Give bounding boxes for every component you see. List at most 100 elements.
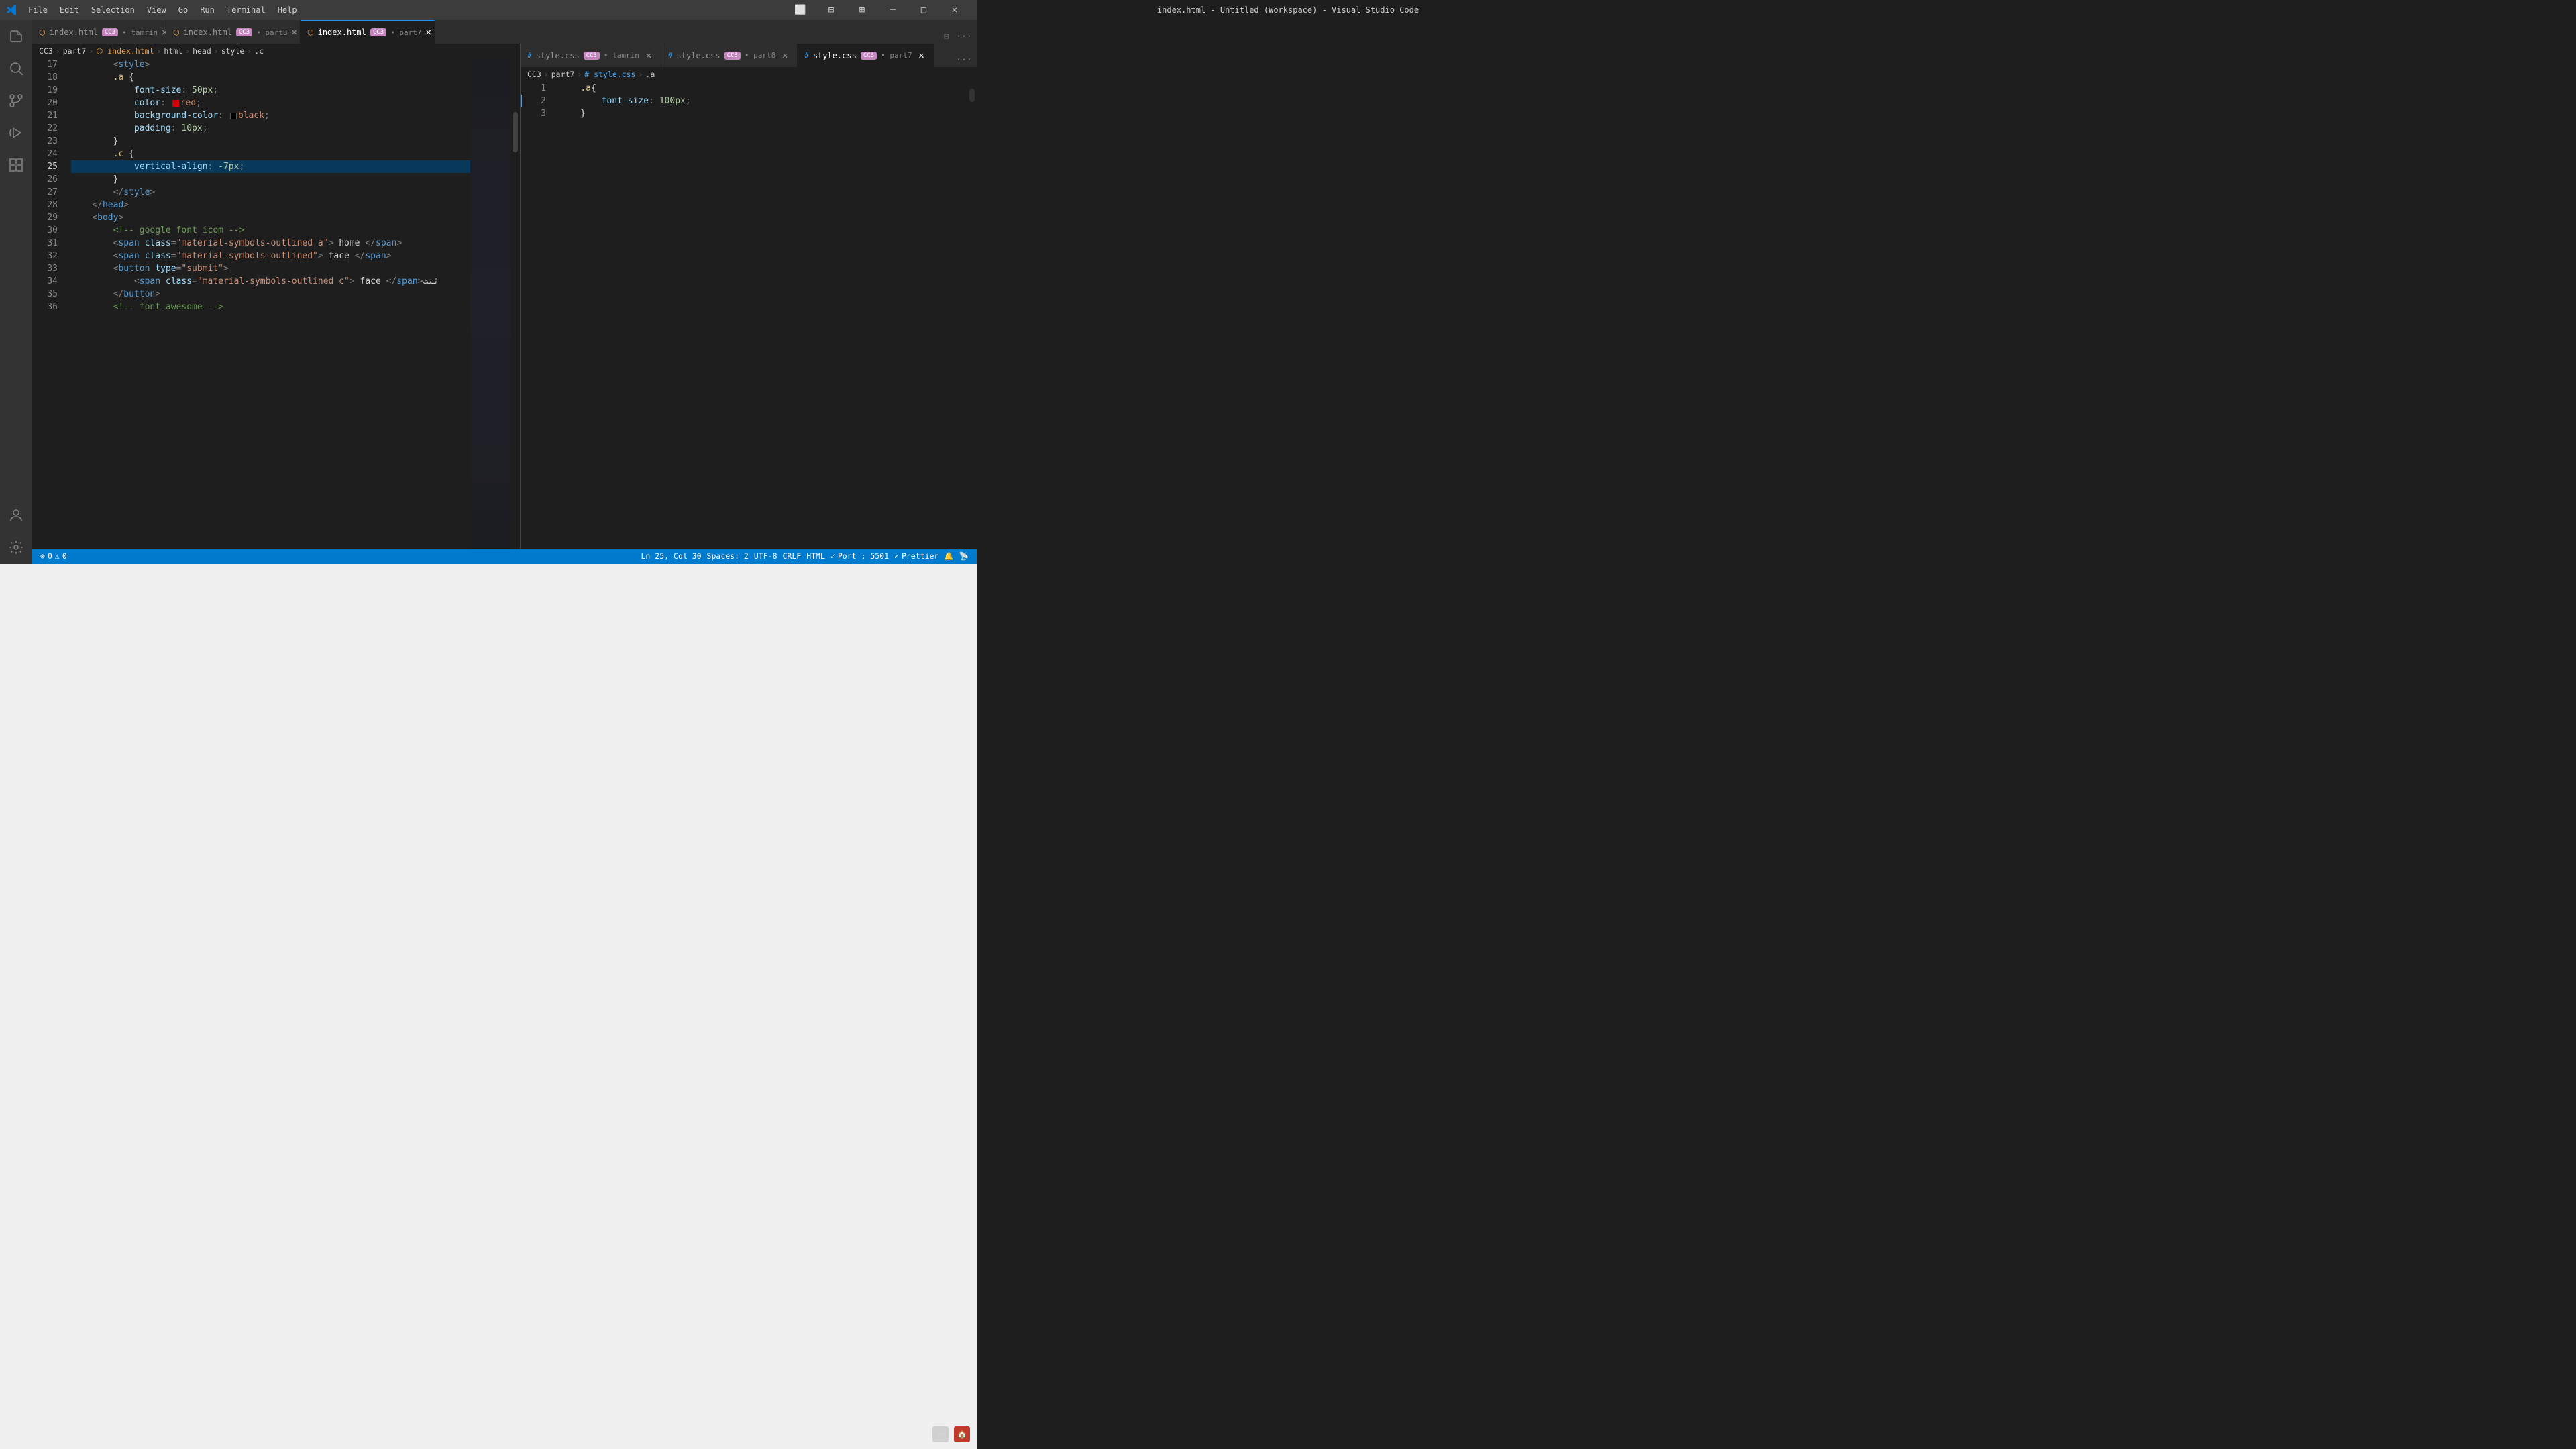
code-line-30: <!-- google font icom --> [71,224,470,237]
breadcrumb-head[interactable]: head [193,46,211,56]
run-debug-activity-icon[interactable] [0,117,32,149]
code-line-27: </style> [71,186,470,199]
right-tab-close-part7[interactable]: ✕ [916,50,926,61]
explorer-icon[interactable] [0,20,32,52]
left-code-editor: 17 18 19 20 21 22 23 24 25 26 27 28 29 3… [32,58,520,549]
layout-grid-icon[interactable]: ⊞ [847,0,877,20]
status-encoding[interactable]: UTF-8 [751,549,780,564]
css-file-icon-3: # [804,51,809,60]
code-line-24: .c { [71,148,470,160]
status-bar: ⊗ 0 ⚠ 0 Ln 25, Col 30 Spaces: 2 UTF-8 CR… [32,549,977,564]
tab-index-part8[interactable]: ⬡ index.html CC3 • part8 ✕ [166,20,301,44]
activity-bar [0,20,32,564]
encoding-label: UTF-8 [754,551,777,561]
right-breadcrumb-class-a[interactable]: .a [645,70,655,79]
source-control-activity-icon[interactable] [0,85,32,117]
code-line-29: <body> [71,211,470,224]
status-ln-col[interactable]: Ln 25, Col 30 [639,549,704,564]
code-line-35: </button> [71,288,470,301]
code-content-right[interactable]: .a{ font-size: 100px; } [554,82,967,549]
left-breadcrumb: CC3 › part7 › ⬡ index.html › html › head… [32,44,520,58]
line-ending-label: CRLF [783,551,802,561]
tab-index-part7[interactable]: ⬡ index.html CC3 • part7 ✕ [301,20,435,44]
warning-icon: ⚠ [55,551,60,561]
right-more-actions-button[interactable]: ··· [957,52,971,67]
right-breadcrumb: CC3 › part7 › # style.css › .a [521,67,977,82]
breadcrumb-indexhtml[interactable]: ⬡ index.html [96,46,154,56]
window-maximize-button[interactable]: □ [908,0,939,20]
breadcrumb-style[interactable]: style [221,46,245,56]
menu-go[interactable]: Go [173,3,193,17]
breadcrumb-cc3[interactable]: CC3 [39,46,53,56]
code-content-left[interactable]: <style> .a { font-size: 50px; [66,58,470,549]
status-language[interactable]: HTML [804,549,828,564]
error-icon: ⊗ [40,551,45,561]
right-scrollbar[interactable] [967,82,977,549]
html-file-icon: ⬡ [39,28,46,37]
menu-help[interactable]: Help [272,3,303,17]
status-broadcast-icon[interactable]: 📡 [957,549,971,564]
status-spaces[interactable]: Spaces: 2 [704,549,751,564]
settings-activity-icon[interactable] [0,531,32,564]
main-app: ⬡ index.html CC3 • tamrin ✕ ⬡ index.html… [0,20,977,564]
menu-edit[interactable]: Edit [54,3,85,17]
account-activity-icon[interactable] [0,499,32,531]
code-line-22: padding: 10px; [71,122,470,135]
breadcrumb-class-c[interactable]: .c [254,46,264,56]
status-prettier[interactable]: ✓ Prettier [892,549,941,564]
right-code-line-1: .a{ [559,82,967,95]
tab-close-part7-active[interactable]: ✕ [425,27,431,38]
layout-split-icon[interactable]: ⊟ [816,0,847,20]
code-line-28: </head> [71,199,470,211]
tab-close-part8[interactable]: ✕ [291,27,297,38]
error-count: 0 [48,551,52,561]
right-breadcrumb-part7[interactable]: part7 [551,70,575,79]
preview-panel: ⚙ 🏠 [0,564,977,1449]
preview-icon-1[interactable]: ⚙ [932,1426,949,1442]
status-notification-icon[interactable]: 🔔 [941,549,956,564]
scrollbar-thumb-left[interactable] [513,112,518,152]
code-line-23: } [71,135,470,148]
menu-view[interactable]: View [142,3,172,17]
right-tab-close-part8[interactable]: ✕ [780,50,790,61]
vscode-logo-icon [7,5,17,15]
right-breadcrumb-cc3[interactable]: CC3 [527,70,541,79]
menu-run[interactable]: Run [195,3,220,17]
breadcrumb-html[interactable]: html [164,46,182,56]
right-code-line-2: font-size: 100px; [559,95,967,107]
layout-toggle-icon[interactable]: ⬜ [785,0,816,20]
left-editor: CC3 › part7 › ⬡ index.html › html › head… [32,44,521,549]
right-tab-style-tamrin[interactable]: # style.css CC3 • tamrin ✕ [521,44,661,67]
code-line-34: <span class="material-symbols-outlined c… [71,275,470,288]
left-scrollbar[interactable] [511,58,520,549]
right-tab-style-part7[interactable]: # style.css CC3 • part7 ✕ [798,44,934,67]
window-minimize-button[interactable]: ─ [877,0,908,20]
code-line-20: color: red; [71,97,470,109]
tab-index-tamrin[interactable]: ⬡ index.html CC3 • tamrin ✕ [32,20,166,44]
right-editor: # style.css CC3 • tamrin ✕ # style.css C… [521,44,977,549]
line-numbers-left: 17 18 19 20 21 22 23 24 25 26 27 28 29 3… [32,58,66,549]
search-activity-icon[interactable] [0,52,32,85]
status-port[interactable]: ✓ Port : 5501 [828,549,892,564]
port-label: Port : 5501 [838,551,889,561]
tab-bar: ⬡ index.html CC3 • tamrin ✕ ⬡ index.html… [32,20,977,44]
menu-selection[interactable]: Selection [86,3,140,17]
more-actions-button[interactable]: ··· [957,29,971,44]
right-tab-close-tamrin[interactable]: ✕ [643,50,654,61]
menu-file[interactable]: File [23,3,53,17]
css-file-icon-2: # [668,51,673,60]
right-code-editor: 1 2 3 .a{ font-size: 100px; [521,82,977,549]
extensions-activity-icon[interactable] [0,149,32,181]
status-line-ending[interactable]: CRLF [780,549,804,564]
title-bar: File Edit Selection View Go Run Terminal… [0,0,977,20]
split-editor-button[interactable]: ⊟ [939,29,954,44]
right-breadcrumb-stylecss[interactable]: # style.css [584,70,635,79]
menu-terminal[interactable]: Terminal [221,3,271,17]
language-label: HTML [806,551,825,561]
preview-icon-home[interactable]: 🏠 [954,1426,970,1442]
window-close-button[interactable]: ✕ [939,0,970,20]
right-tab-style-part8[interactable]: # style.css CC3 • part8 ✕ [661,44,798,67]
breadcrumb-part7[interactable]: part7 [63,46,87,56]
scrollbar-thumb-right[interactable] [969,89,975,102]
status-errors[interactable]: ⊗ 0 ⚠ 0 [38,549,70,564]
